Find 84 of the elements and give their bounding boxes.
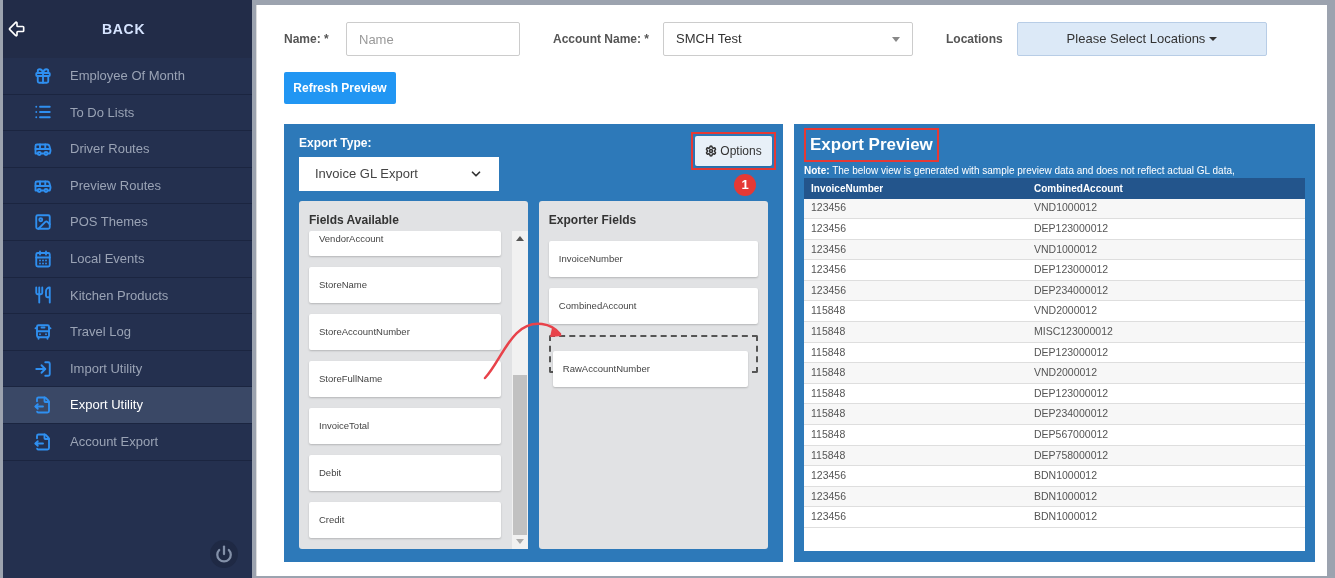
field-card[interactable]: CombinedAccount: [548, 288, 758, 324]
panel-title: Exporter Fields: [548, 212, 638, 229]
field-card[interactable]: StoreFullName: [309, 361, 501, 397]
field-card[interactable]: StoreName: [309, 267, 501, 303]
power-button[interactable]: [210, 540, 238, 568]
table-cell-text: 115848: [810, 385, 847, 401]
fork-icon: [34, 286, 52, 305]
table-cell-text: DEP234000012: [1034, 406, 1110, 422]
bus-icon: [34, 322, 52, 341]
table-cell-text: BDN1000012: [1034, 509, 1099, 525]
back-icon[interactable]: [7, 19, 27, 39]
scroll-up-icon[interactable]: [515, 236, 524, 241]
sidebar-item[interactable]: Account Export: [3, 423, 252, 461]
table-cell-text: BDN1000012: [1034, 468, 1099, 484]
table-cell-text: 115848: [810, 324, 847, 339]
export-icon: [34, 432, 52, 451]
field-card[interactable]: Debit: [309, 455, 501, 491]
field-card[interactable]: InvoiceTotal: [309, 408, 501, 444]
sidebar-item[interactable]: Driver Routes: [3, 131, 252, 168]
table-cell-text: VND1000012: [1034, 241, 1099, 257]
field-label: Name: *: [284, 31, 330, 48]
table-cell-text: 115848: [810, 406, 847, 422]
field-card[interactable]: VendorAccount: [309, 231, 501, 256]
account-select[interactable]: SMCH Test: [663, 22, 913, 56]
sidebar-item[interactable]: Travel Log: [3, 314, 252, 351]
callout-badge: 1: [734, 174, 756, 196]
field-card[interactable]: RawAccountNumber: [552, 351, 748, 387]
power-icon: [215, 545, 233, 563]
sidebar-item[interactable]: Kitchen Products: [3, 277, 252, 315]
table-cell-text: 123456: [810, 509, 848, 525]
sidebar-item[interactable]: Employee Of Month: [3, 58, 252, 95]
table-cell-text: 123456: [810, 241, 848, 257]
table-cell-text: MISC123000012: [1034, 324, 1114, 339]
table-cell-text: DEP123000012: [1034, 262, 1110, 278]
column-header: InvoiceNumber: [810, 181, 885, 196]
table-cell-text: 115848: [810, 447, 847, 463]
locations-dropdown[interactable]: Please Select Locations: [1017, 22, 1267, 56]
table-cell-text: 115848: [810, 365, 847, 381]
table-cell-text: DEP123000012: [1034, 221, 1110, 236]
panel-title: Fields Available: [308, 212, 400, 229]
preview-note: Note: The below view is generated with sample preview data and does not reflect actual GL data,: [804, 163, 1236, 178]
table-cell-text: DEP567000012: [1034, 426, 1110, 442]
table-cell-text: VND2000012: [1034, 365, 1099, 381]
sidebar-item[interactable]: Preview Routes: [3, 167, 252, 205]
table-cell-text: BDN1000012: [1034, 488, 1099, 504]
export-type-select[interactable]: Invoice GL Export: [299, 157, 499, 191]
export-type-label: Export Type:: [299, 135, 373, 152]
table-cell-text: VND1000012: [1034, 200, 1099, 216]
name-field[interactable]: Name: [346, 22, 520, 56]
table-cell-text: 123456: [810, 282, 848, 298]
calendar-icon: [34, 249, 52, 268]
gift-icon: [34, 66, 52, 85]
sidebar-item[interactable]: Export Utility: [3, 387, 252, 424]
table-cell-text: 123456: [810, 262, 848, 278]
back-link[interactable]: BACK: [102, 18, 146, 40]
table-cell-text: 123456: [810, 200, 848, 216]
table-cell-text: DEP758000012: [1034, 447, 1110, 463]
table-cell-text: VND2000012: [1034, 303, 1099, 319]
image-icon: [34, 213, 52, 232]
gear-icon: [705, 145, 718, 157]
field-card[interactable]: InvoiceNumber: [548, 241, 758, 277]
table-cell-text: DEP123000012: [1034, 385, 1110, 401]
preview-title: Export Preview: [810, 135, 933, 154]
table-cell-text: DEP123000012: [1034, 344, 1110, 360]
sidebar-item[interactable]: To Do Lists: [3, 94, 252, 132]
table-cell-text: 115848: [810, 303, 847, 319]
field-card[interactable]: Credit: [309, 502, 501, 538]
table-cell-text: 123456: [810, 468, 848, 484]
sidebar-item[interactable]: Local Events: [3, 240, 252, 278]
field-label: Locations: [946, 31, 1004, 48]
scrollbar[interactable]: [511, 231, 528, 549]
table-cell-text: 115848: [810, 426, 847, 442]
table-cell-text: 115848: [810, 344, 847, 360]
options-button[interactable]: Options: [695, 136, 772, 166]
table-cell-text: 123456: [810, 221, 848, 236]
export-icon: [34, 396, 52, 415]
caret-icon: [892, 36, 900, 42]
column-header: CombinedAccount: [1034, 181, 1124, 196]
import-icon: [34, 359, 52, 378]
table-cell-text: 123456: [810, 488, 848, 504]
field-card[interactable]: StoreAccountNumber: [309, 314, 501, 350]
sidebar-item[interactable]: POS Themes: [3, 204, 252, 241]
field-label: Account Name: *: [553, 31, 651, 48]
table-cell-text: DEP234000012: [1034, 282, 1110, 298]
